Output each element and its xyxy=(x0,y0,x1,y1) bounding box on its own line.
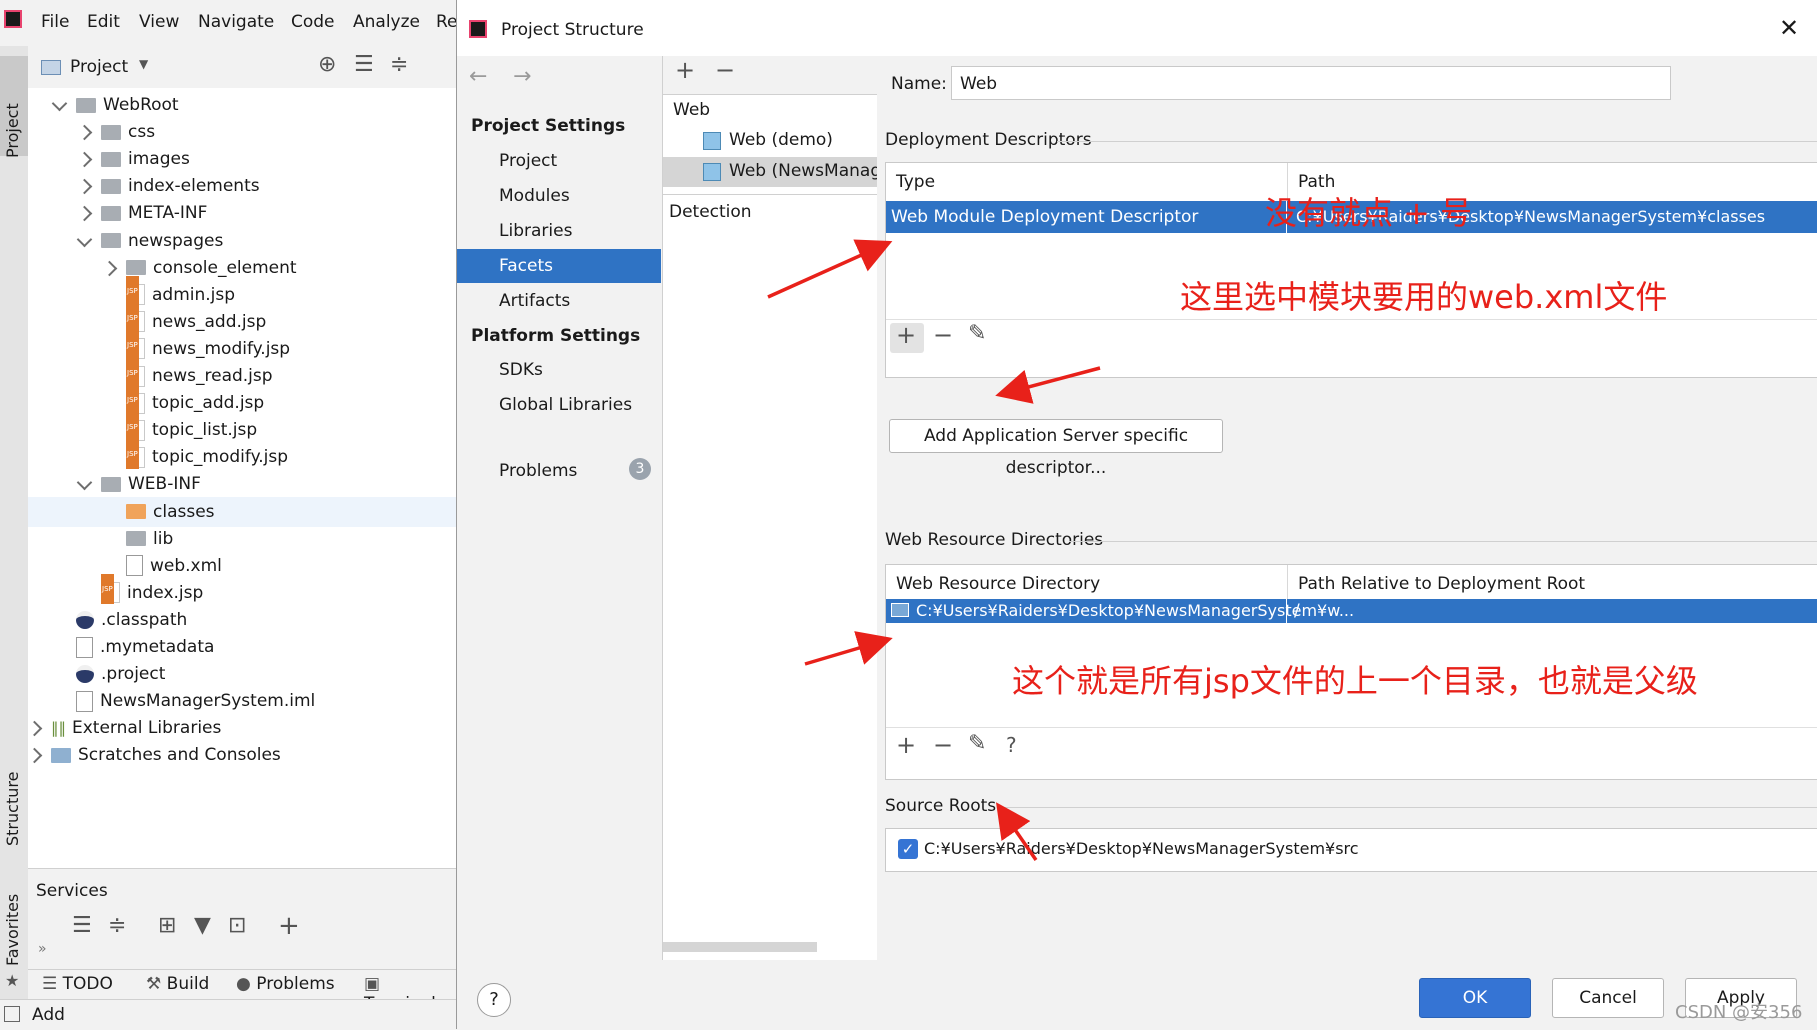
arrow-to-edit-descriptor xyxy=(995,366,1101,404)
arrow-to-descriptor xyxy=(767,239,893,299)
watermark: CSDN @安356 xyxy=(1675,1002,1803,1023)
arrow-to-edit-resource xyxy=(996,802,1038,861)
annotation-arrows xyxy=(767,239,1101,861)
arrow-to-web-resource xyxy=(804,631,893,666)
